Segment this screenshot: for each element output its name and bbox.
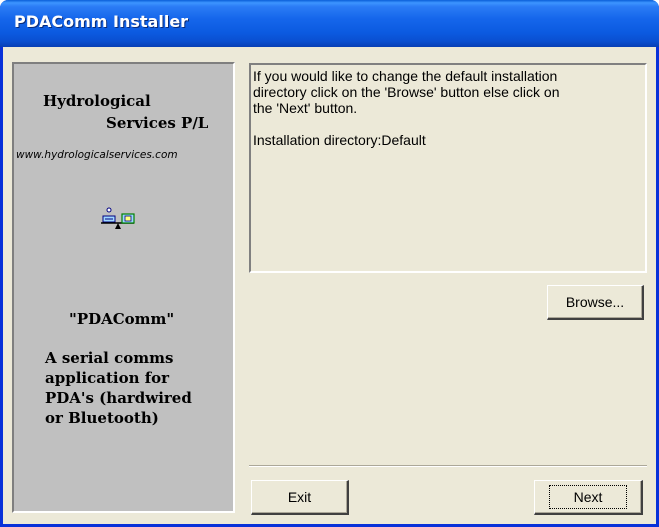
app-description: A serial comms application for PDA's (ha… [45, 348, 225, 428]
instructions-box: If you would like to change the default … [249, 63, 647, 273]
side-panel: Hydrological Services P/L www.hydrologic… [12, 62, 235, 513]
instruction-line: If you would like to change the default … [253, 68, 558, 84]
instruction-line: directory click on the 'Browse' button e… [253, 84, 560, 100]
instruction-line: the 'Next' button. [253, 100, 358, 116]
installation-directory-text: Installation directory:Default [253, 132, 426, 148]
window-title: PDAComm Installer [14, 12, 189, 31]
installer-window: PDAComm Installer Hydrological Services … [0, 0, 659, 527]
next-button-label: Next [548, 485, 628, 509]
browse-button-label: Browse... [565, 294, 625, 310]
description-line: application for [45, 369, 170, 387]
description-line: PDA's (hardwired [45, 389, 192, 407]
separator [249, 465, 647, 467]
title-bar[interactable]: PDAComm Installer [0, 0, 659, 47]
browse-button[interactable]: Browse... [547, 285, 644, 320]
app-name: "PDAComm" [69, 310, 175, 328]
description-line: A serial comms [45, 349, 174, 367]
description-line: or Bluetooth) [45, 409, 159, 427]
next-button[interactable]: Next [534, 480, 643, 515]
company-name-line1: Hydrological [43, 92, 151, 110]
exit-button[interactable]: Exit [251, 480, 349, 515]
company-name-line2: Services P/L [106, 114, 209, 132]
exit-button-label: Exit [287, 489, 312, 505]
website-text: www.hydrologicalservices.com [16, 149, 178, 161]
scale-balance-icon [101, 207, 135, 229]
